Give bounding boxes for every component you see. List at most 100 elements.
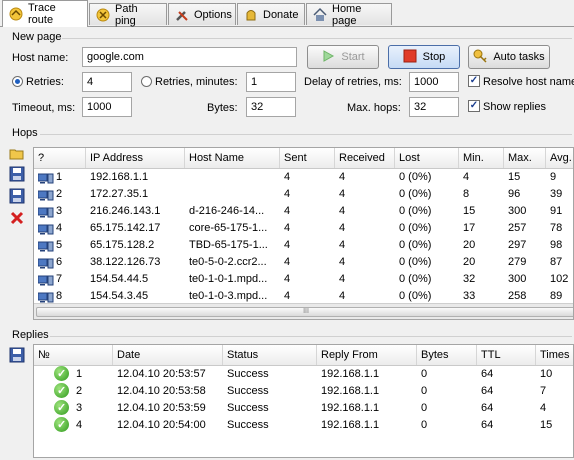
reply-cell: 7: [540, 385, 547, 397]
tab-home-page[interactable]: Home page: [306, 3, 392, 27]
save-icon[interactable]: [9, 166, 25, 182]
delay-input[interactable]: [409, 72, 459, 92]
bytes-input[interactable]: [246, 97, 296, 117]
resolve-host-label: Resolve host name: [483, 76, 574, 88]
open-folder-icon[interactable]: [9, 146, 25, 162]
hop-number-cell: 5: [34, 236, 86, 254]
col-header[interactable]: Status: [223, 345, 317, 365]
reply-cell: Success: [227, 385, 269, 397]
reply-cell: 12.04.10 20:54:00: [117, 419, 206, 431]
col-header[interactable]: Received: [335, 148, 395, 168]
reply-cell: 64: [481, 402, 494, 414]
horizontal-scrollbar[interactable]: III: [34, 303, 573, 319]
reply-cell: 10: [540, 368, 553, 380]
stop-label: Stop: [422, 51, 446, 63]
hop-number: 7: [56, 273, 63, 285]
delete-icon[interactable]: [9, 210, 25, 226]
reply-row[interactable]: 2 12.04.10 20:53:58 Success 192.168.1.1 0 64 7: [34, 382, 573, 400]
col-header[interactable]: Reply From: [317, 345, 417, 365]
reply-row[interactable]: 3 12.04.10 20:53:59 Success 192.168.1.1 0 64 4: [34, 399, 573, 417]
hop-row[interactable]: 3 216.246.143.1 d-216-246-14... 4 4 0 (0%) 15 3…: [34, 202, 573, 220]
hop-number-cell: 3: [34, 202, 86, 220]
col-header[interactable]: №: [34, 345, 113, 365]
hop-cell: 65.175.128.2: [90, 239, 155, 251]
hop-row[interactable]: 2 172.27.35.1 4 4 0 (0%) 8 96 39: [34, 185, 573, 203]
start-button[interactable]: Start: [307, 45, 379, 69]
tab-path-ping[interactable]: Path ping: [89, 3, 167, 27]
hop-cell: 32: [463, 273, 476, 285]
hop-cell: 0 (0%): [399, 273, 432, 285]
hop-cell: te0-5-0-2.ccr2...: [189, 256, 267, 268]
max-hops-input[interactable]: [409, 97, 459, 117]
stop-button[interactable]: Stop: [388, 45, 460, 69]
success-check-icon: [54, 399, 69, 417]
tab-trace-route[interactable]: Trace route: [2, 0, 88, 27]
col-header[interactable]: TTL: [477, 345, 536, 365]
computer-icon: [37, 172, 54, 184]
computer-icon: [37, 223, 54, 235]
reply-number-cell: 3: [34, 399, 113, 417]
hop-number: 3: [56, 205, 63, 217]
tab-donate[interactable]: Donate: [237, 3, 305, 25]
hop-cell: 4: [339, 188, 346, 200]
hop-cell: 172.27.35.1: [90, 188, 149, 200]
reply-row[interactable]: 1 12.04.10 20:53:57 Success 192.168.1.1 0 64 1…: [34, 365, 573, 383]
reply-cell: 64: [481, 368, 494, 380]
save-replies-icon[interactable]: [9, 347, 25, 363]
col-header[interactable]: Avg.: [546, 148, 573, 168]
col-header[interactable]: Bytes: [417, 345, 477, 365]
host-name-input[interactable]: [82, 47, 297, 67]
success-check-icon: [54, 382, 69, 400]
tab-options[interactable]: Options: [168, 3, 236, 25]
col-header[interactable]: Max.: [504, 148, 546, 168]
col-header[interactable]: IP Address: [86, 148, 185, 168]
auto-tasks-button[interactable]: Auto tasks: [468, 45, 550, 69]
hop-cell: 4: [284, 188, 291, 200]
col-header[interactable]: Times (: [536, 345, 573, 365]
resolve-host-checkbox[interactable]: ✓: [468, 75, 480, 87]
col-header[interactable]: ?: [34, 148, 86, 168]
reply-row[interactable]: 4 12.04.10 20:54:00 Success 192.168.1.1 0 64 1…: [34, 416, 573, 434]
hop-cell: 4: [463, 171, 470, 183]
col-header[interactable]: Min.: [459, 148, 504, 168]
col-header[interactable]: Lost: [395, 148, 459, 168]
divider: [50, 336, 572, 337]
col-header[interactable]: Sent: [280, 148, 335, 168]
hop-cell: 4: [339, 205, 346, 217]
hop-row[interactable]: 1 192.168.1.1 4 4 0 (0%) 4 15 9: [34, 168, 573, 186]
hop-cell: 39: [550, 188, 563, 200]
col-header[interactable]: Host Name: [185, 148, 280, 168]
hop-cell: te0-1-0-1.mpd...: [189, 273, 268, 285]
reply-cell: 0: [421, 419, 428, 431]
hop-cell: 78: [550, 222, 563, 234]
hop-cell: 102: [550, 273, 569, 285]
hop-row[interactable]: 7 154.54.44.5 te0-1-0-1.mpd... 4 4 0 (0%) 32 30…: [34, 270, 573, 288]
hop-row[interactable]: 5 65.175.128.2 TBD-65-175-1... 4 4 0 (0%) 20 29…: [34, 236, 573, 254]
retries-minutes-input[interactable]: [246, 72, 296, 92]
reply-cell: 64: [481, 419, 494, 431]
col-header[interactable]: Date: [113, 345, 223, 365]
save-as-icon[interactable]: [9, 188, 25, 204]
replies-table-header: № Date Status Reply From Bytes TTL Times…: [34, 345, 573, 366]
divider: [40, 134, 572, 135]
hops-title: Hops: [12, 127, 38, 139]
hop-cell: [185, 168, 280, 186]
hop-number-cell: 6: [34, 253, 86, 271]
timeout-input[interactable]: [82, 97, 132, 117]
hop-cell: 4: [339, 256, 346, 268]
retries-radio[interactable]: [12, 76, 23, 87]
hop-cell: 4: [339, 239, 346, 251]
hop-row[interactable]: 4 65.175.142.17 core-65-175-1... 4 4 0 (0%) 17…: [34, 219, 573, 237]
reply-cell: 0: [421, 368, 428, 380]
home-icon: [312, 7, 328, 23]
hop-cell: 0 (0%): [399, 222, 432, 234]
retries-input[interactable]: [82, 72, 132, 92]
hop-row[interactable]: 6 38.122.126.73 te0-5-0-2.ccr2... 4 4 0 (0%) 2…: [34, 253, 573, 271]
show-replies-checkbox[interactable]: ✓: [468, 100, 480, 112]
hop-cell: 4: [284, 256, 291, 268]
computer-icon: [37, 257, 54, 269]
reply-cell: 12.04.10 20:53:57: [117, 368, 206, 380]
retries-minutes-radio[interactable]: [141, 76, 152, 87]
hop-cell: 0 (0%): [399, 256, 432, 268]
scrollbar-thumb[interactable]: III: [36, 307, 573, 317]
